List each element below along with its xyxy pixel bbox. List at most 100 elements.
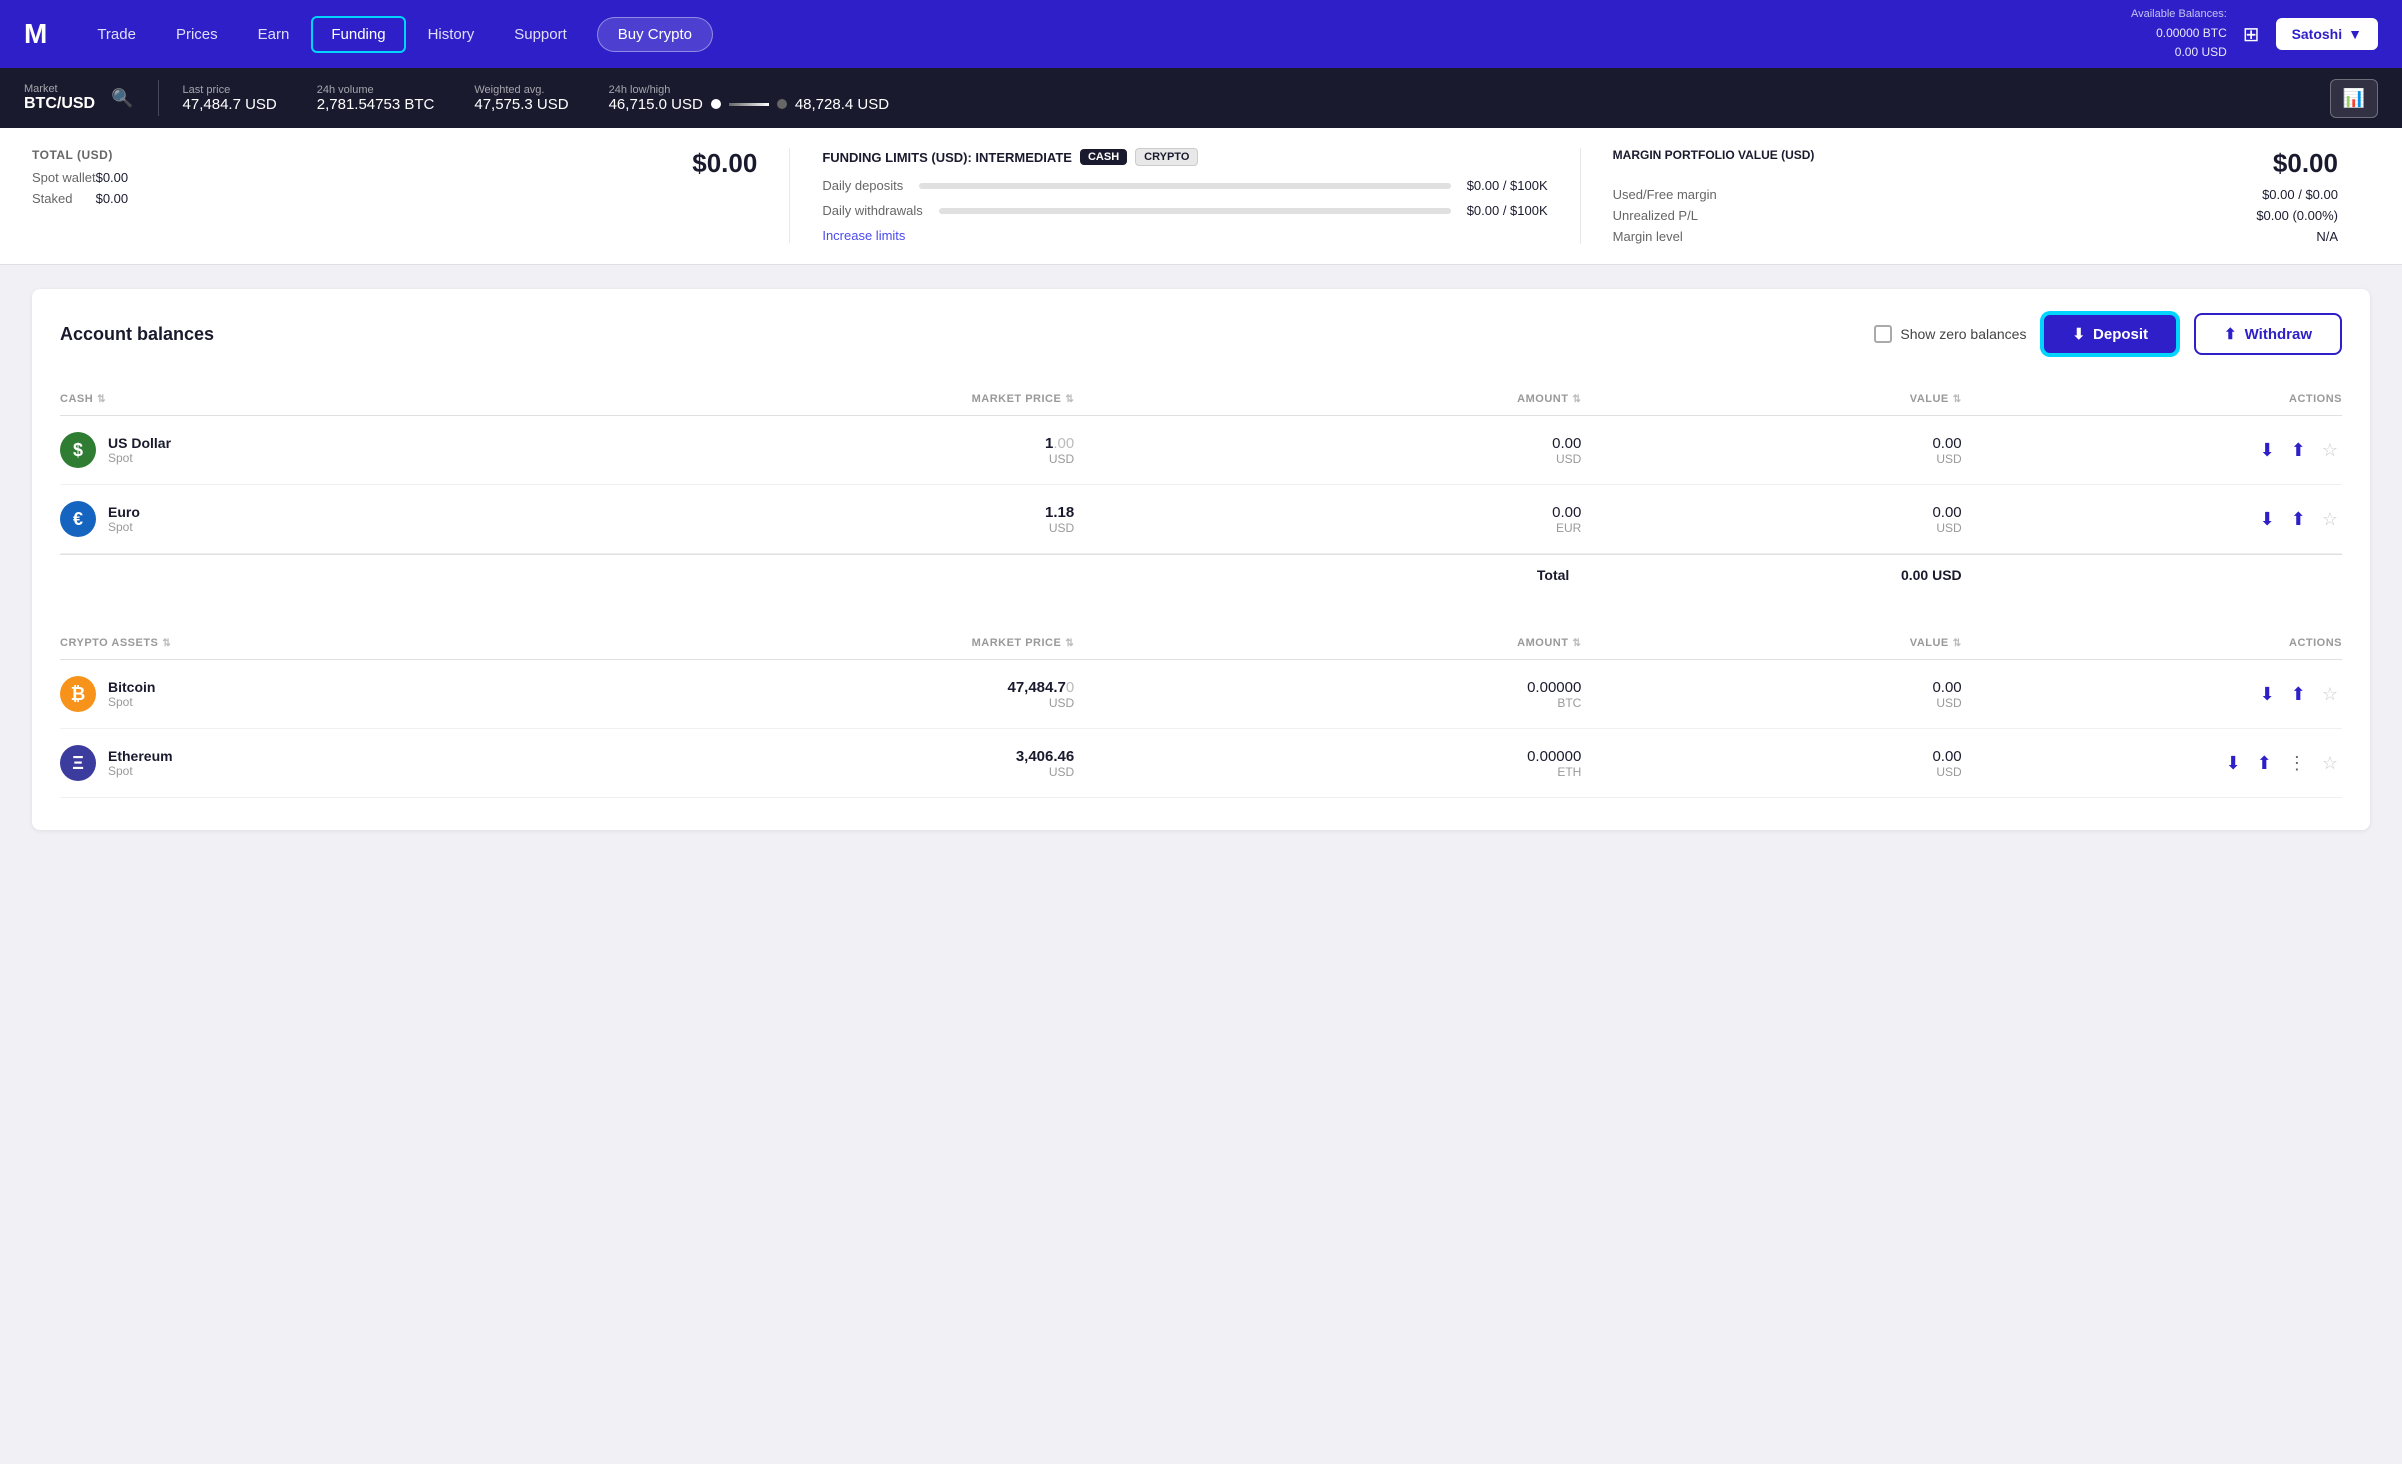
btc-type: Spot bbox=[108, 695, 155, 709]
sort-icon[interactable]: ⇅ bbox=[97, 394, 106, 405]
nav-link-funding[interactable]: Funding bbox=[311, 16, 405, 53]
eth-star-btn[interactable]: ☆ bbox=[2318, 749, 2342, 778]
eth-more-btn[interactable]: ⋮ bbox=[2284, 749, 2310, 778]
eur-deposit-btn[interactable]: ⬇ bbox=[2256, 505, 2279, 534]
btc-actions: ⬇ ⬆ ☆ bbox=[1962, 680, 2342, 709]
sort-icon[interactable]: ⇅ bbox=[1065, 394, 1074, 405]
eth-deposit-btn[interactable]: ⬇ bbox=[2222, 749, 2245, 778]
high-value: 48,728.4 USD bbox=[795, 96, 889, 113]
eur-amount-cell: 0.00 EUR bbox=[1074, 504, 1581, 535]
eur-price-cell: 1.18 USD bbox=[567, 504, 1074, 535]
usd-deposit-btn[interactable]: ⬇ bbox=[2256, 436, 2279, 465]
asset-info-btc: Bitcoin Spot bbox=[108, 679, 155, 709]
eth-price-unit: USD bbox=[567, 765, 1074, 779]
total-value: $0.00 bbox=[692, 148, 757, 179]
usd-amount-cell: 0.00 USD bbox=[1074, 435, 1581, 466]
nav-link-trade[interactable]: Trade bbox=[79, 18, 154, 51]
usd-withdraw-btn[interactable]: ⬆ bbox=[2287, 436, 2310, 465]
eth-withdraw-btn[interactable]: ⬆ bbox=[2253, 749, 2276, 778]
eur-amount: 0.00 bbox=[1074, 504, 1581, 521]
eur-price-bold: 1.18 bbox=[1045, 504, 1074, 521]
table-row: € Euro Spot 1.18 USD 0.00 EUR bbox=[60, 485, 2342, 554]
margin-value: $0.00 bbox=[2273, 148, 2338, 179]
btc-star-btn[interactable]: ☆ bbox=[2318, 680, 2342, 709]
account-balances-card: Account balances Show zero balances ⬇ De… bbox=[32, 289, 2370, 830]
sort-icon[interactable]: ⇅ bbox=[1953, 394, 1962, 405]
user-menu-button[interactable]: Satoshi ▼ bbox=[2276, 18, 2378, 50]
usd-value-cell: 0.00 USD bbox=[1581, 435, 1961, 466]
main-content: Account balances Show zero balances ⬇ De… bbox=[0, 265, 2402, 854]
daily-deposits-row: Daily deposits $0.00 / $100K bbox=[822, 178, 1547, 193]
daily-deposits-label: Daily deposits bbox=[822, 178, 903, 193]
eth-amount: 0.00000 bbox=[1074, 748, 1581, 765]
crypto-actions-label: ACTIONS bbox=[2289, 637, 2342, 649]
btc-amount-cell: 0.00000 BTC bbox=[1074, 679, 1581, 710]
crypto-value-col: VALUE ⇅ bbox=[1581, 637, 1961, 649]
search-icon[interactable]: 🔍 bbox=[111, 88, 133, 109]
usd-name: US Dollar bbox=[108, 435, 171, 451]
eur-amount-unit: EUR bbox=[1074, 521, 1581, 535]
eur-market-price: 1.18 bbox=[567, 504, 1074, 521]
show-zero-checkbox[interactable] bbox=[1874, 325, 1892, 343]
staked-row: Staked $0.00 bbox=[32, 191, 128, 206]
actions-col-header: ACTIONS bbox=[1962, 393, 2342, 405]
usd-balance: 0.00 USD bbox=[2131, 43, 2227, 62]
buy-crypto-button[interactable]: Buy Crypto bbox=[597, 17, 713, 52]
btc-amount: 0.00000 bbox=[1074, 679, 1581, 696]
cash-table-section: CASH ⇅ MARKET PRICE ⇅ AMOUNT ⇅ VALUE ⇅ A… bbox=[60, 383, 2342, 595]
eur-price-unit: USD bbox=[567, 521, 1074, 535]
nav-link-prices[interactable]: Prices bbox=[158, 18, 236, 51]
eur-star-btn[interactable]: ☆ bbox=[2318, 505, 2342, 534]
range-dot-white bbox=[711, 99, 721, 109]
sort-icon[interactable]: ⇅ bbox=[162, 638, 171, 649]
staked-value: $0.00 bbox=[96, 191, 129, 206]
used-free-value: $0.00 / $0.00 bbox=[2262, 187, 2338, 202]
logo[interactable]: M bbox=[24, 18, 47, 50]
cash-col-label: CASH bbox=[60, 393, 93, 405]
margin-level-value: N/A bbox=[2316, 229, 2338, 244]
eur-name: Euro bbox=[108, 504, 140, 520]
deposit-button[interactable]: ⬇ Deposit bbox=[2042, 313, 2178, 355]
usd-value: 0.00 bbox=[1581, 435, 1961, 452]
btc-price-cell: 47,484.70 USD bbox=[567, 679, 1074, 710]
eth-market-price: 3,406.46 bbox=[567, 748, 1074, 765]
sort-icon[interactable]: ⇅ bbox=[1572, 394, 1581, 405]
eur-icon: € bbox=[60, 501, 96, 537]
nav-link-history[interactable]: History bbox=[410, 18, 493, 51]
sort-icon[interactable]: ⇅ bbox=[1572, 638, 1581, 649]
margin-section: MARGIN PORTFOLIO VALUE (USD) $0.00 Used/… bbox=[1580, 148, 2370, 244]
margin-level-row: Margin level N/A bbox=[1613, 229, 2338, 244]
card-header: Account balances Show zero balances ⬇ De… bbox=[60, 313, 2342, 355]
market-price-col-header: MARKET PRICE ⇅ bbox=[567, 393, 1074, 405]
top-nav: M Trade Prices Earn Funding History Supp… bbox=[0, 0, 2402, 68]
grid-icon[interactable]: ⊞ bbox=[2243, 22, 2260, 47]
nav-link-earn[interactable]: Earn bbox=[240, 18, 308, 51]
used-free-label: Used/Free margin bbox=[1613, 187, 1717, 202]
show-zero-label[interactable]: Show zero balances bbox=[1874, 325, 2026, 343]
market-pair: Market BTC/USD bbox=[24, 83, 95, 113]
eur-withdraw-btn[interactable]: ⬆ bbox=[2287, 505, 2310, 534]
chart-button[interactable]: 📊 bbox=[2330, 79, 2378, 118]
usd-icon: $ bbox=[60, 432, 96, 468]
sort-icon[interactable]: ⇅ bbox=[1065, 638, 1074, 649]
spot-value: $0.00 bbox=[96, 170, 129, 185]
available-balances-label: Available Balances: bbox=[2131, 6, 2227, 24]
crypto-col-label: CRYPTO ASSETS bbox=[60, 637, 158, 649]
card-actions: Show zero balances ⬇ Deposit ⬆ Withdraw bbox=[1874, 313, 2342, 355]
usd-star-btn[interactable]: ☆ bbox=[2318, 436, 2342, 465]
actions-col-label: ACTIONS bbox=[2289, 393, 2342, 405]
market-label: Market bbox=[24, 83, 95, 95]
increase-limits-link[interactable]: Increase limits bbox=[822, 228, 1547, 243]
badge-crypto: Crypto bbox=[1135, 148, 1198, 166]
nav-link-support[interactable]: Support bbox=[496, 18, 585, 51]
btc-withdraw-btn[interactable]: ⬆ bbox=[2287, 680, 2310, 709]
staked-label: Staked bbox=[32, 191, 72, 206]
market-pair-value: BTC/USD bbox=[24, 95, 95, 113]
withdraw-button[interactable]: ⬆ Withdraw bbox=[2194, 313, 2342, 355]
sort-icon[interactable]: ⇅ bbox=[1953, 638, 1962, 649]
btc-deposit-btn[interactable]: ⬇ bbox=[2256, 680, 2279, 709]
eth-value-cell: 0.00 USD bbox=[1581, 748, 1961, 779]
daily-withdrawals-value: $0.00 / $100K bbox=[1467, 203, 1548, 218]
usd-price-unit: USD bbox=[567, 452, 1074, 466]
cash-col-header: CASH ⇅ bbox=[60, 393, 567, 405]
